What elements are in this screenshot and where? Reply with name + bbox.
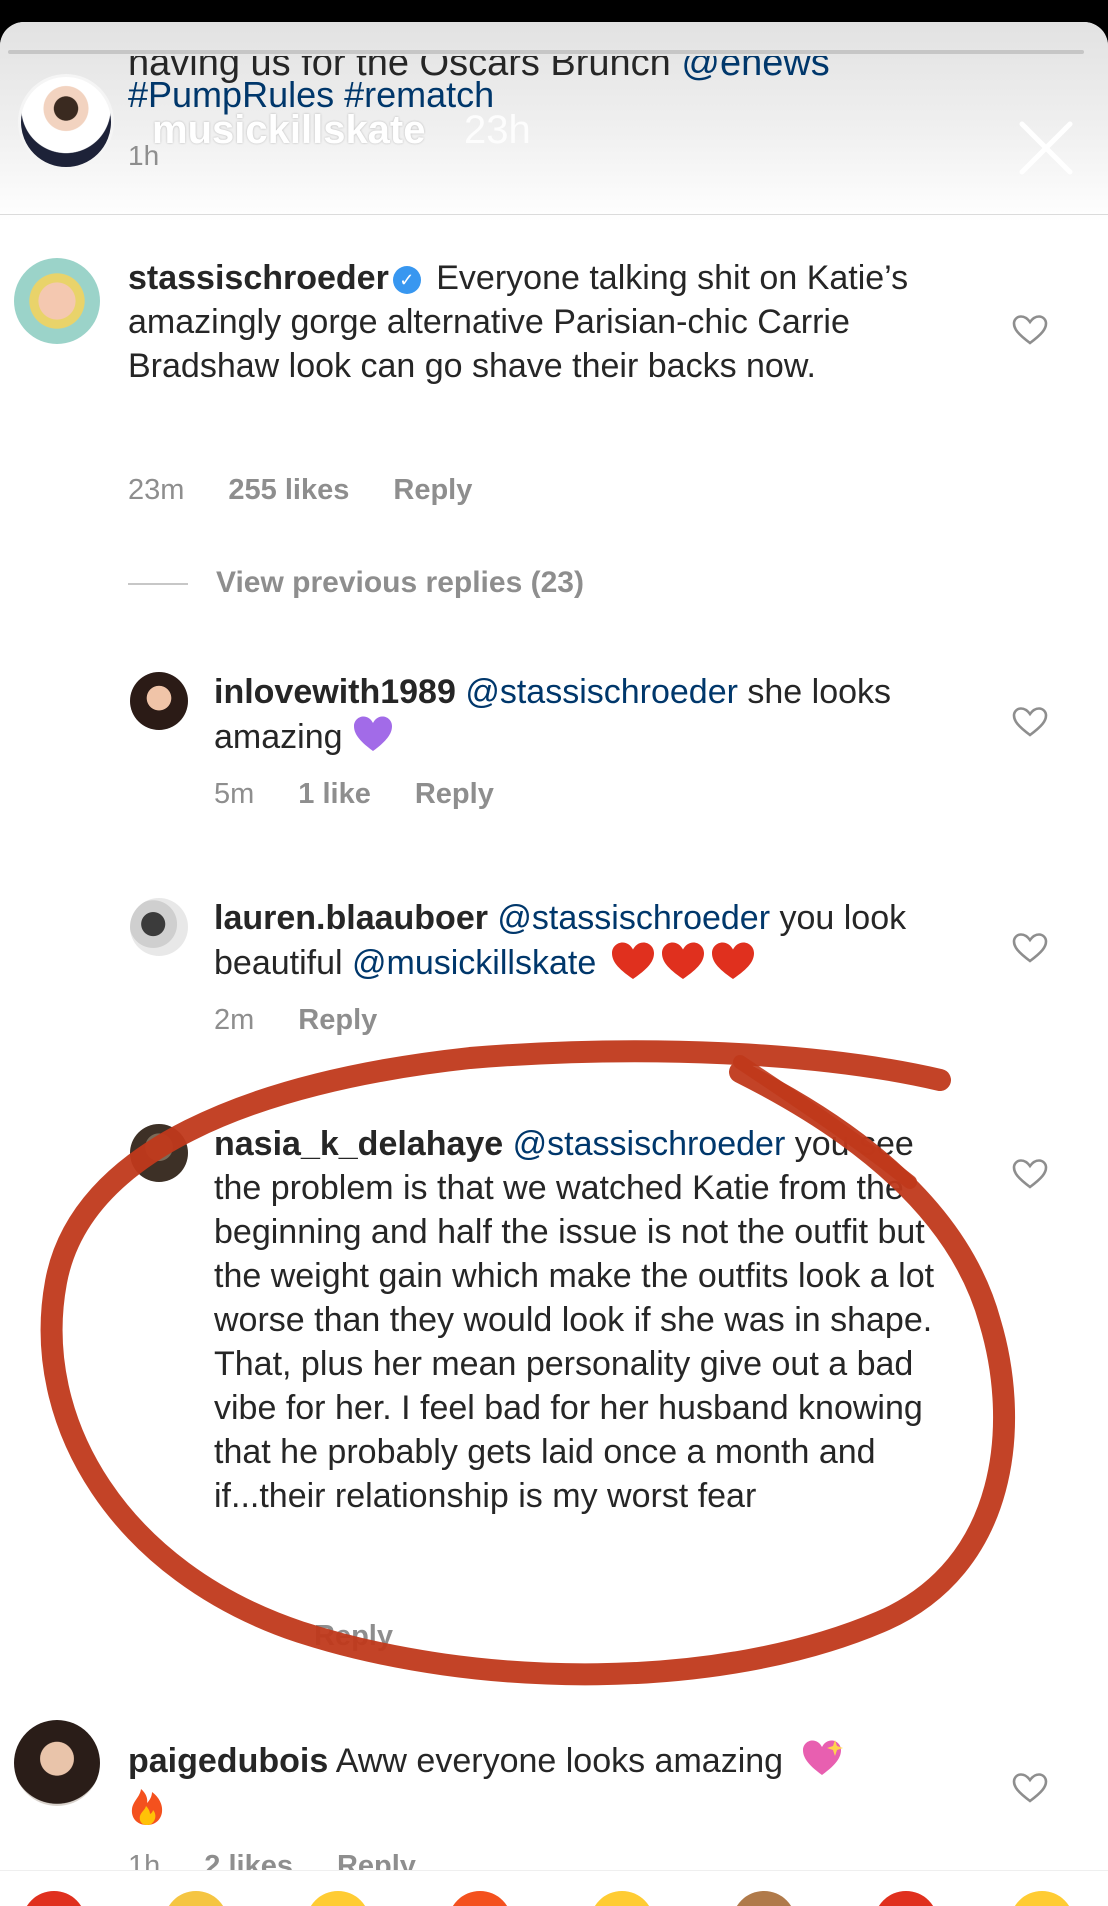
heart-outline-icon[interactable] (1012, 314, 1048, 346)
replies-line (128, 583, 188, 586)
story-header: musickillskate 23h (0, 22, 1108, 222)
reply-meta: Reply (314, 1620, 437, 1653)
avatar[interactable] (14, 1720, 100, 1806)
comment-text: stassischroeder ✓ Everyone talking shit o… (128, 256, 928, 388)
view-previous-label: View previous replies (23) (216, 566, 584, 599)
comment-body: Aww everyone looks amazing (328, 1742, 784, 1780)
red-heart-emoji (661, 942, 704, 979)
story-username[interactable]: musickillskate (152, 108, 426, 153)
verified-badge-icon: ✓ (392, 266, 421, 294)
story-screen: having us for the Oscars Brunch @enews #… (0, 22, 1108, 1906)
laugh-reaction[interactable] (306, 1891, 370, 1906)
close-icon (1019, 121, 1073, 175)
reply-time: 2m (214, 1004, 255, 1036)
heart-outline-icon[interactable] (1012, 1158, 1048, 1190)
comment-time: 23m (128, 474, 185, 506)
avatar[interactable] (130, 1124, 188, 1182)
heart-outline-icon[interactable] (1012, 1772, 1048, 1804)
reply-mention[interactable]: @stassischroeder (513, 1125, 786, 1163)
reply-mention[interactable]: @musickillskate (352, 944, 596, 982)
fire-emoji (131, 1789, 163, 1825)
reply-username[interactable]: inlovewith1989 (214, 673, 456, 711)
reply-meta: 5m 1 like Reply (214, 778, 538, 811)
avatar[interactable] (14, 258, 100, 344)
header-divider (0, 214, 1108, 215)
reply-text: lauren.blaauboer @stassischroeder you lo… (214, 896, 954, 985)
reply-text: inlovewith1989 @stassischroeder she look… (214, 670, 914, 759)
purple-heart-emoji (353, 716, 392, 751)
reply-button[interactable]: Reply (298, 1004, 377, 1036)
cry-reaction[interactable] (1010, 1891, 1074, 1906)
reply-body: you see the problem is that we watched K… (214, 1125, 935, 1515)
hundred-reaction[interactable] (874, 1891, 938, 1906)
reply-username[interactable]: nasia_k_delahaye (214, 1125, 503, 1163)
story-time: 23h (464, 108, 531, 152)
fire-reaction[interactable] (448, 1891, 512, 1906)
comment-meta: 23m 255 likes Reply (128, 474, 516, 507)
party-reaction[interactable] (732, 1891, 796, 1906)
reply-mention[interactable]: @stassischroeder (465, 673, 738, 711)
reply-button[interactable]: Reply (314, 1620, 393, 1652)
heart-outline-icon[interactable] (1012, 932, 1048, 964)
heart-outline-icon[interactable] (1012, 706, 1048, 738)
reply-meta: 2m Reply (214, 1004, 421, 1037)
comment-username[interactable]: paigedubois (128, 1742, 328, 1780)
close-button[interactable] (1016, 118, 1076, 178)
reply-button[interactable]: Reply (415, 778, 494, 810)
story-avatar[interactable] (18, 74, 114, 170)
view-previous-replies[interactable]: View previous replies (23) (128, 566, 584, 600)
comment-text: paigedubois Aww everyone looks amazing (128, 1738, 948, 1832)
red-heart-emoji (711, 942, 754, 979)
avatar[interactable] (130, 672, 188, 730)
reply-button[interactable]: Reply (393, 474, 472, 506)
red-heart-emoji (611, 942, 654, 979)
clap-reaction[interactable] (164, 1891, 228, 1906)
heart-reaction[interactable] (22, 1891, 86, 1906)
smile-reaction[interactable] (590, 1891, 654, 1906)
sparkling-heart-emoji (802, 1740, 843, 1775)
avatar[interactable] (130, 898, 188, 956)
comment-username[interactable]: stassischroeder (128, 259, 389, 297)
reply-time: 5m (214, 778, 255, 810)
reply-mention[interactable]: @stassischroeder (497, 899, 770, 937)
reply-likes[interactable]: 1 like (298, 778, 371, 810)
reply-text: nasia_k_delahaye @stassischroeder you se… (214, 1122, 954, 1518)
quick-reactions-bar (0, 1870, 1108, 1906)
reply-username[interactable]: lauren.blaauboer (214, 899, 488, 937)
comment-likes[interactable]: 255 likes (228, 474, 349, 506)
